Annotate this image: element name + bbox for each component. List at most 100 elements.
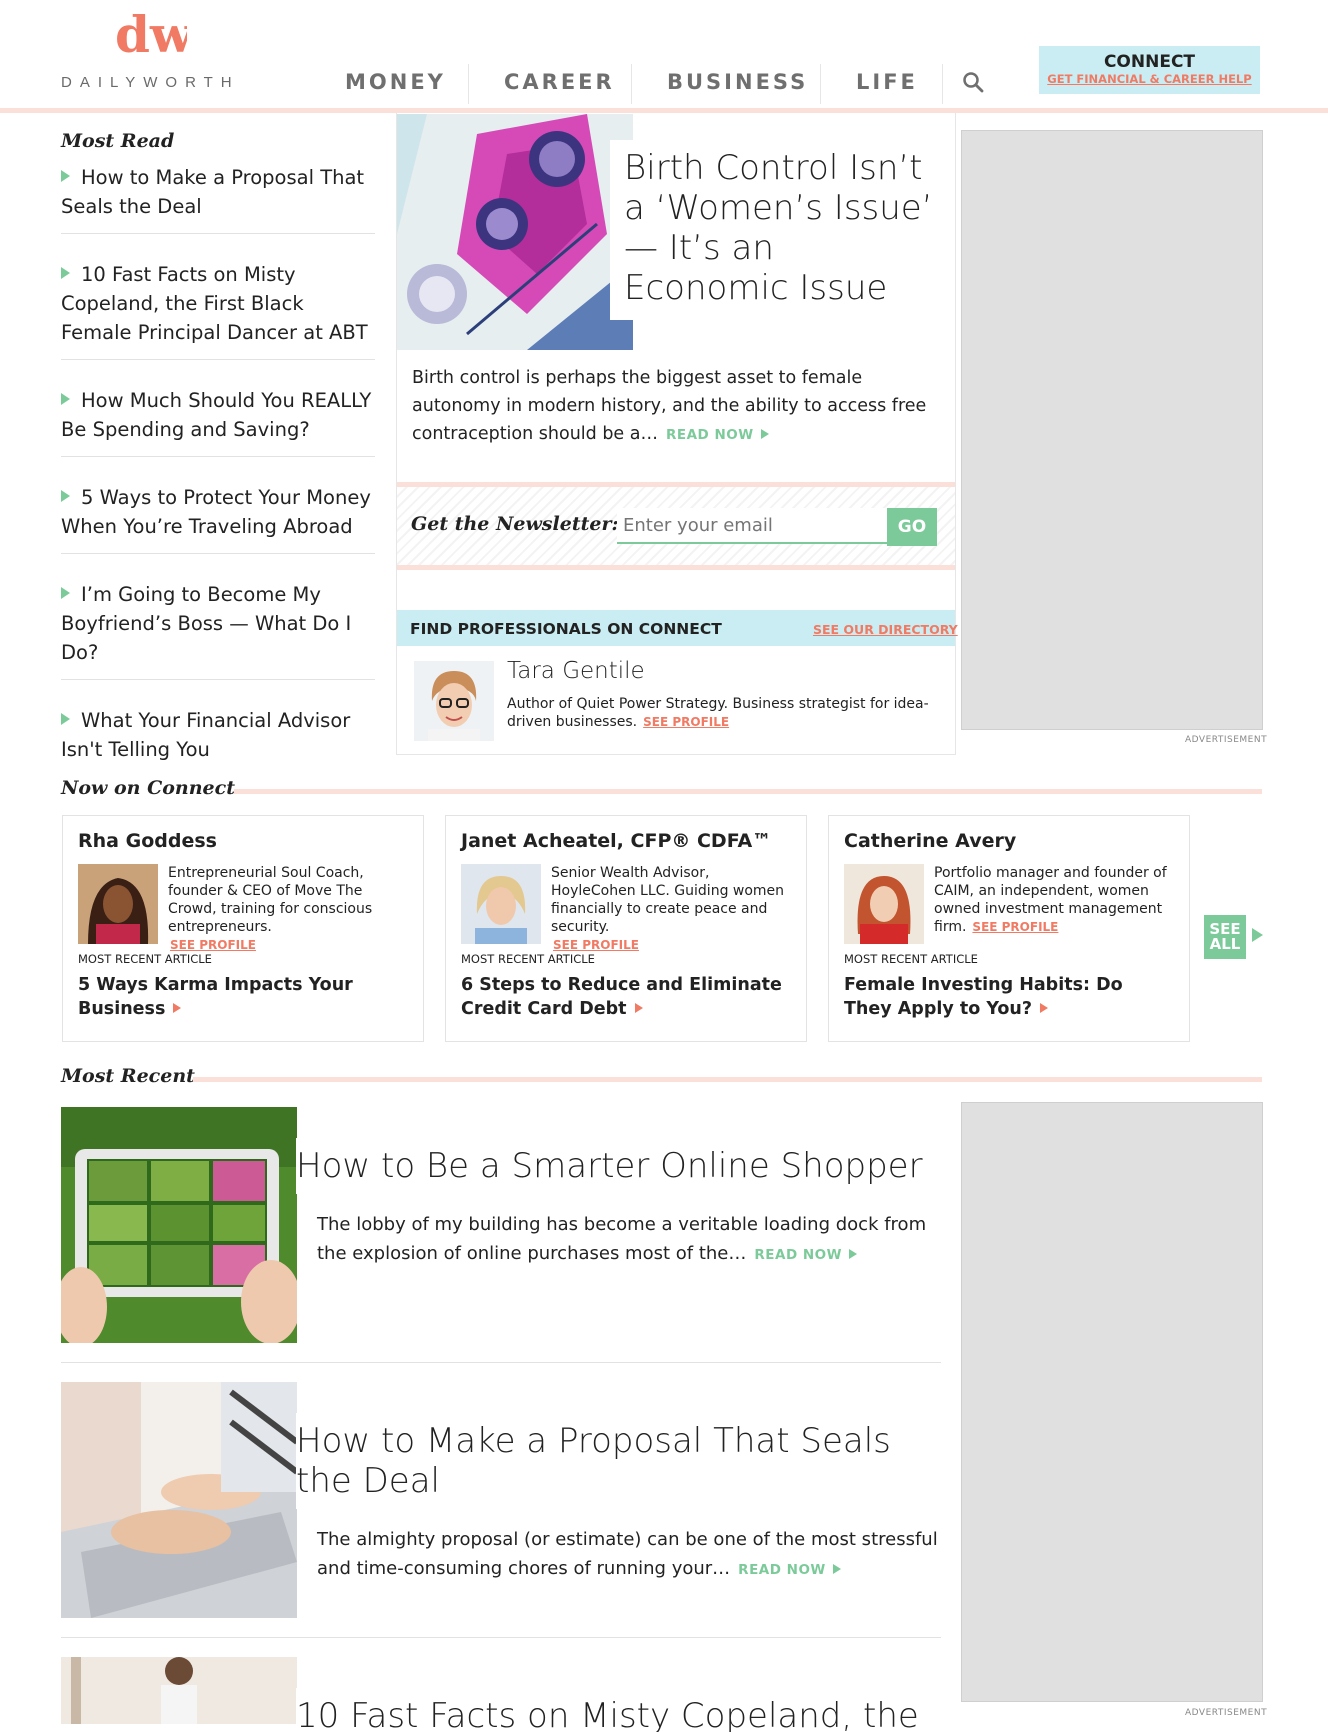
advertisement-slot[interactable] [961, 130, 1263, 730]
see-profile-link[interactable]: SEE PROFILE [553, 938, 639, 952]
bullet-arrow-icon [61, 587, 70, 599]
arrow-right-icon [634, 1003, 643, 1013]
most-read-item[interactable]: 5 Ways to Protect Your Money When You’re… [61, 477, 375, 554]
most-read-link[interactable]: How Much Should You REALLY Be Spending a… [61, 389, 371, 441]
most-read-link[interactable]: 10 Fast Facts on Misty Copeland, the Fir… [61, 263, 368, 344]
most-read-heading: Most Read [61, 130, 175, 152]
avatar[interactable] [844, 864, 924, 944]
article-thumbnail[interactable] [61, 1107, 297, 1343]
see-profile-link[interactable]: SEE PROFILE [643, 715, 729, 729]
advertisement-slot[interactable] [961, 1102, 1263, 1702]
see-profile-link[interactable]: SEE PROFILE [170, 938, 256, 952]
most-read-list: How to Make a Proposal That Seals the De… [61, 157, 375, 796]
nav-life[interactable]: LIFE [856, 70, 918, 94]
nav-money[interactable]: MONEY [345, 70, 446, 94]
see-directory-link[interactable]: SEE OUR DIRECTORY [813, 622, 958, 637]
card-article-link[interactable]: Female Investing Habits: Do They Apply t… [844, 973, 1174, 1021]
nav-divider [468, 64, 469, 104]
most-read-link[interactable]: 5 Ways to Protect Your Money When You’re… [61, 486, 371, 538]
connect-card[interactable]: Rha Goddess Entrepreneurial Soul Coach, … [62, 815, 424, 1042]
newsletter-label: Get the Newsletter: [411, 513, 619, 535]
card-name[interactable]: Catherine Avery [844, 830, 1016, 852]
card-article-link[interactable]: 5 Ways Karma Impacts Your Business [78, 973, 408, 1021]
most-read-item[interactable]: What Your Financial Advisor Isn't Tellin… [61, 700, 375, 776]
article-title[interactable]: How to Make a Proposal That Seals the De… [296, 1413, 936, 1509]
section-rule [193, 1077, 1262, 1082]
feature-title[interactable]: Birth Control Isn’t a ‘Women’s Issue’ — … [624, 148, 944, 308]
logo-mark-icon: dw [115, 5, 195, 64]
divider [61, 1362, 941, 1363]
feature-image[interactable] [397, 114, 633, 350]
svg-text:dw: dw [115, 10, 187, 58]
newsletter-email-input[interactable] [617, 508, 887, 544]
most-recent-article-label: MOST RECENT ARTICLE [461, 952, 595, 966]
most-read-item[interactable]: I’m Going to Become My Boyfriend’s Boss … [61, 574, 375, 680]
ad-label: ADVERTISEMENT [1185, 1708, 1268, 1718]
chevron-right-icon[interactable] [1252, 928, 1263, 942]
article-excerpt: The almighty proposal (or estimate) can … [317, 1525, 947, 1585]
card-description-text: Senior Wealth Advisor, HoyleCohen LLC. G… [551, 865, 785, 935]
see-all-button[interactable]: SEE ALL [1204, 915, 1246, 959]
card-name[interactable]: Janet Acheatel, CFP® CDFA™ [461, 830, 771, 852]
nav-business[interactable]: BUSINESS [667, 70, 808, 94]
article-excerpt: The lobby of my building has become a ve… [317, 1210, 937, 1270]
most-read-link[interactable]: I’m Going to Become My Boyfriend’s Boss … [61, 583, 351, 664]
card-description-text: Entrepreneurial Soul Coach, founder & CE… [168, 865, 373, 935]
header-divider [0, 108, 1328, 113]
article-thumbnail[interactable] [61, 1657, 297, 1724]
most-recent-article-label: MOST RECENT ARTICLE [78, 952, 212, 966]
avatar[interactable] [414, 661, 494, 741]
divider [61, 1637, 941, 1638]
avatar[interactable] [78, 864, 158, 944]
newsletter-go-button[interactable]: GO [887, 508, 937, 546]
now-on-connect-heading: Now on Connect [61, 777, 235, 799]
arrow-right-icon [173, 1003, 182, 1013]
most-read-link[interactable]: What Your Financial Advisor Isn't Tellin… [61, 709, 350, 761]
logo[interactable]: dw [115, 5, 195, 64]
arrow-right-icon [1040, 1003, 1049, 1013]
read-now-link[interactable]: READ NOW [666, 427, 769, 443]
nav-divider [942, 64, 943, 104]
article-excerpt-text: The almighty proposal (or estimate) can … [317, 1529, 938, 1579]
most-recent-heading: Most Recent [61, 1065, 195, 1087]
feature-excerpt: Birth control is perhaps the biggest ass… [412, 364, 942, 449]
column-divider [955, 113, 956, 755]
bullet-arrow-icon [61, 393, 70, 405]
section-rule [234, 789, 1262, 794]
most-recent-article-label: MOST RECENT ARTICLE [844, 952, 978, 966]
avatar[interactable] [461, 864, 541, 944]
connect-card[interactable]: Janet Acheatel, CFP® CDFA™ Senior Wealth… [445, 815, 807, 1042]
connect-card[interactable]: Catherine Avery Portfolio manager and fo… [828, 815, 1190, 1042]
nav-career[interactable]: CAREER [504, 70, 615, 94]
pro-name[interactable]: Tara Gentile [507, 658, 645, 684]
most-read-item[interactable]: How to Make a Proposal That Seals the De… [61, 157, 375, 234]
connect-button[interactable]: CONNECT GET FINANCIAL & CAREER HELP [1039, 46, 1260, 94]
card-description: Entrepreneurial Soul Coach, founder & CE… [168, 864, 413, 954]
article-title[interactable]: How to Be a Smarter Online Shopper [296, 1138, 936, 1194]
connect-title: CONNECT [1103, 52, 1196, 72]
card-name[interactable]: Rha Goddess [78, 830, 217, 852]
arrow-right-icon [832, 1564, 841, 1574]
read-now-link[interactable]: READ NOW [754, 1247, 858, 1263]
article-title[interactable]: 10 Fast Facts on Misty Copeland, the Fir… [296, 1688, 936, 1732]
see-profile-link[interactable]: SEE PROFILE [972, 920, 1058, 934]
divider [397, 754, 955, 755]
arrow-right-icon [849, 1249, 858, 1259]
bullet-arrow-icon [61, 490, 70, 502]
find-pros-title: FIND PROFESSIONALS ON CONNECT [410, 620, 722, 638]
ad-label: ADVERTISEMENT [1185, 735, 1268, 745]
connect-subtitle-link[interactable]: GET FINANCIAL & CAREER HELP [1039, 72, 1260, 86]
pro-description: Author of Quiet Power Strategy. Business… [507, 695, 937, 731]
nav-divider [820, 64, 821, 104]
bullet-arrow-icon [61, 170, 70, 182]
article-thumbnail[interactable] [61, 1382, 297, 1618]
most-read-item[interactable]: 10 Fast Facts on Misty Copeland, the Fir… [61, 254, 375, 360]
search-icon[interactable] [962, 71, 984, 93]
card-description: Portfolio manager and founder of CAIM, a… [934, 864, 1179, 936]
most-read-link[interactable]: How to Make a Proposal That Seals the De… [61, 166, 364, 218]
read-now-link[interactable]: READ NOW [738, 1562, 841, 1578]
card-article-link[interactable]: 6 Steps to Reduce and Eliminate Credit C… [461, 973, 791, 1021]
bullet-arrow-icon [61, 267, 70, 279]
most-read-item[interactable]: How Much Should You REALLY Be Spending a… [61, 380, 375, 457]
logo-wordmark: DAILYWORTH [61, 74, 240, 91]
